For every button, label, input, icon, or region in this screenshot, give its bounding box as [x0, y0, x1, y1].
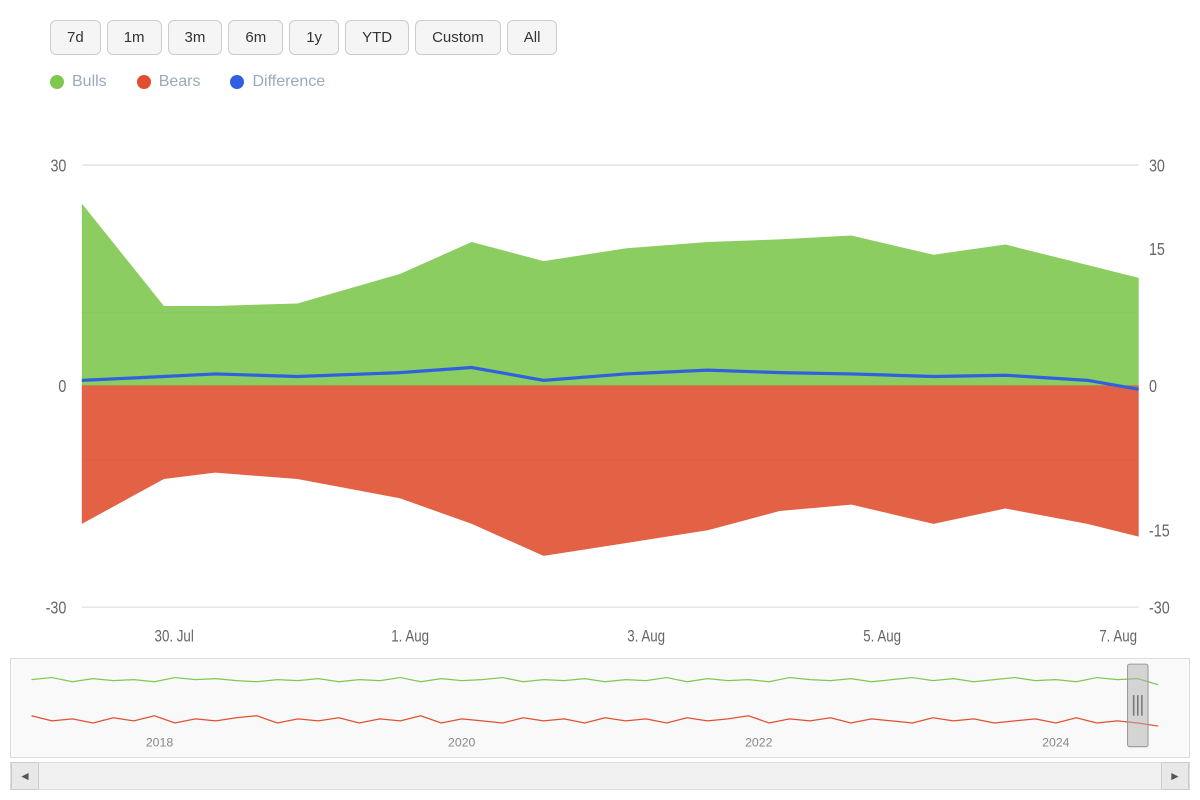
svg-text:1. Aug: 1. Aug — [391, 627, 429, 646]
btn-ytd[interactable]: YTD — [345, 20, 409, 55]
main-chart: 30 0 -30 30 15 0 -15 -30 — [10, 101, 1190, 652]
svg-text:2020: 2020 — [448, 736, 475, 750]
svg-text:2018: 2018 — [146, 736, 173, 750]
svg-text:5. Aug: 5. Aug — [863, 627, 901, 646]
svg-text:3. Aug: 3. Aug — [627, 627, 665, 646]
svg-text:0: 0 — [1149, 376, 1157, 396]
chart-section: 30 0 -30 30 15 0 -15 -30 — [10, 101, 1190, 790]
svg-text:2022: 2022 — [745, 736, 772, 750]
svg-text:-30: -30 — [1149, 598, 1170, 618]
bears-area — [82, 385, 1139, 555]
time-range-toolbar: 7d 1m 3m 6m 1y YTD Custom All — [10, 20, 1190, 55]
svg-text:30: 30 — [50, 156, 66, 176]
mini-bears-line — [31, 716, 1158, 726]
btn-7d[interactable]: 7d — [50, 20, 101, 55]
svg-text:30. Jul: 30. Jul — [155, 627, 194, 646]
difference-dot — [230, 75, 244, 89]
bears-dot — [137, 75, 151, 89]
btn-all[interactable]: All — [507, 20, 558, 55]
difference-label: Difference — [252, 73, 325, 91]
svg-text:7. Aug: 7. Aug — [1099, 627, 1137, 646]
svg-text:0: 0 — [58, 376, 66, 396]
scroll-bar: ◄ ► — [10, 762, 1190, 790]
scroll-track[interactable] — [39, 763, 1161, 789]
mini-chart: 2018 2020 2022 2024 — [10, 658, 1190, 758]
btn-1m[interactable]: 1m — [107, 20, 162, 55]
scroll-left-button[interactable]: ◄ — [11, 762, 39, 790]
bulls-area — [82, 204, 1139, 386]
scroll-right-button[interactable]: ► — [1161, 762, 1189, 790]
app-container: 7d 1m 3m 6m 1y YTD Custom All Bulls Bear… — [0, 0, 1200, 800]
mini-chart-svg: 2018 2020 2022 2024 — [11, 659, 1189, 757]
legend-bulls: Bulls — [50, 73, 107, 91]
svg-text:15: 15 — [1149, 239, 1165, 259]
main-chart-svg: 30 0 -30 30 15 0 -15 -30 — [10, 101, 1190, 652]
svg-text:-15: -15 — [1149, 521, 1170, 541]
btn-6m[interactable]: 6m — [228, 20, 283, 55]
chart-legend: Bulls Bears Difference — [10, 73, 1190, 91]
bulls-dot — [50, 75, 64, 89]
svg-text:30: 30 — [1149, 156, 1165, 176]
btn-3m[interactable]: 3m — [168, 20, 223, 55]
bulls-label: Bulls — [72, 73, 107, 91]
btn-1y[interactable]: 1y — [289, 20, 339, 55]
btn-custom[interactable]: Custom — [415, 20, 501, 55]
bears-label: Bears — [159, 73, 201, 91]
mini-bulls-line — [31, 678, 1158, 685]
legend-difference: Difference — [230, 73, 325, 91]
svg-text:2024: 2024 — [1042, 736, 1069, 750]
legend-bears: Bears — [137, 73, 201, 91]
svg-text:-30: -30 — [46, 598, 67, 618]
